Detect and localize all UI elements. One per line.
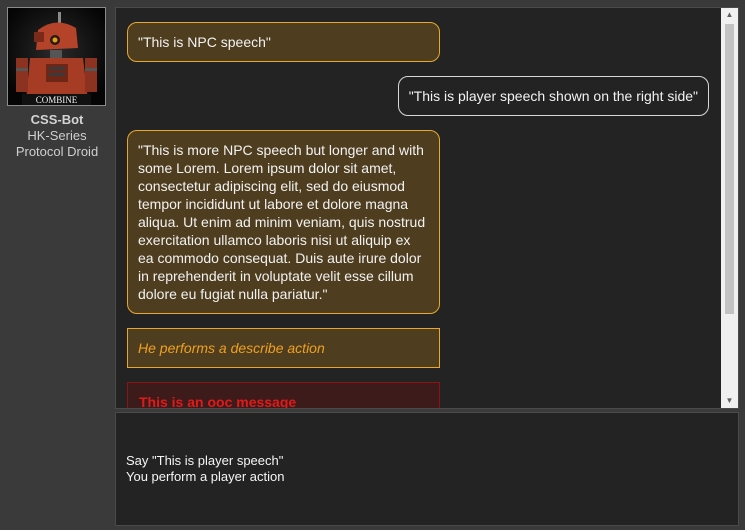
ooc-message: This is an ooc message — [127, 382, 440, 408]
input-line-speech: Say "This is player speech" — [126, 453, 284, 468]
avatar-caption: COMBINE — [36, 95, 78, 105]
npc-role: Protocol Droid — [15, 144, 99, 159]
npc-speech-bubble-long: "This is more NPC speech but longer and … — [127, 130, 440, 314]
npc-speech-bubble: "This is NPC speech" — [127, 22, 440, 62]
chat-scrollbar[interactable]: ▲ ▼ — [721, 8, 738, 408]
input-line-action: You perform a player action — [126, 469, 285, 484]
npc-series: HK-Series — [27, 128, 87, 143]
scroll-down-arrow-icon[interactable]: ▼ — [721, 394, 738, 408]
describe-action-message: He performs a describe action — [127, 328, 440, 368]
scroll-up-arrow-icon[interactable]: ▲ — [721, 8, 738, 22]
chat-log[interactable]: "This is NPC speech" "This is player spe… — [115, 7, 739, 409]
npc-name: CSS-Bot — [30, 112, 84, 127]
player-input-area[interactable]: Say "This is player speech" You perform … — [115, 412, 739, 526]
npc-sidebar: COMBINE CSS-Bot HK-Series Protocol Droid — [0, 0, 114, 530]
player-speech-bubble: "This is player speech shown on the righ… — [397, 76, 709, 116]
avatar: COMBINE — [7, 7, 106, 106]
droid-portrait-icon: COMBINE — [8, 8, 105, 105]
scrollbar-thumb[interactable] — [725, 24, 734, 314]
